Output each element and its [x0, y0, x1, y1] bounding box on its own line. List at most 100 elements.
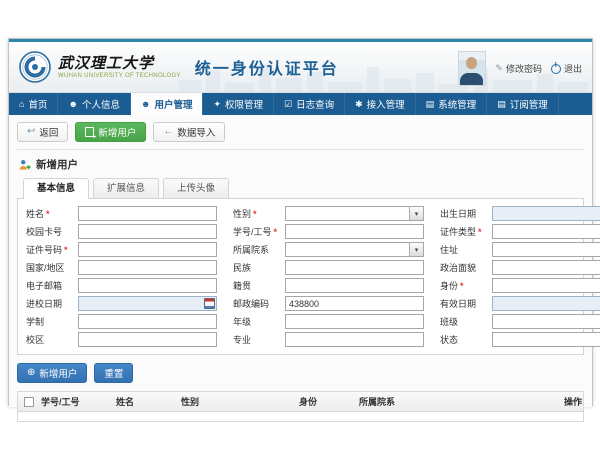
form-input-wrap [285, 332, 424, 347]
app-header: 武汉理工大学 WUHAN UNIVERSITY OF TECHNOLOGY 统一… [9, 42, 592, 93]
back-arrow-icon: ↩ [27, 127, 35, 137]
form-field: 年级 [233, 314, 424, 329]
add-user-submit-button[interactable]: ⊕ 新增用户 [17, 363, 87, 383]
form-field: 国家/地区 [26, 260, 217, 275]
form-field: 住址 [440, 242, 600, 257]
nav-tab-logs[interactable]: ☑日志查询 [274, 93, 345, 115]
form-input-wrap [492, 260, 600, 275]
form-field-label: 证件号码* [26, 243, 78, 256]
form-input[interactable] [79, 243, 216, 256]
user-form: 姓名*性别*▾出生日期校园卡号学号/工号*证件类型*证件号码*所属院系▾住址国家… [26, 206, 575, 347]
reset-button[interactable]: 重置 [94, 363, 133, 383]
nav-tab-permissions[interactable]: ✦权限管理 [203, 93, 274, 115]
form-input[interactable] [493, 297, 600, 310]
form-field: 班级 [440, 314, 600, 329]
form-input[interactable] [79, 279, 216, 292]
form-field-label: 证件类型* [440, 225, 492, 238]
form-tabs: 基本信息扩展信息上传头像 [17, 178, 584, 198]
form-input[interactable] [493, 279, 600, 292]
required-asterisk: * [274, 227, 278, 237]
tab-upload-avatar[interactable]: 上传头像 [163, 178, 229, 198]
required-asterisk: * [253, 209, 257, 219]
nav-tab-home[interactable]: ⌂首页 [9, 93, 58, 115]
form-input[interactable] [286, 315, 423, 328]
form-field-label: 住址 [440, 243, 492, 256]
form-input[interactable] [493, 207, 600, 220]
form-input[interactable] [79, 207, 216, 220]
form-input[interactable] [286, 225, 423, 238]
form-field-label: 专业 [233, 333, 285, 346]
form-input[interactable] [286, 261, 423, 274]
form-input[interactable] [493, 225, 600, 238]
nav-tab-system[interactable]: ▤系统管理 [416, 93, 488, 115]
nav-tab-users[interactable]: ☻用户管理 [131, 93, 204, 115]
change-password-label: 修改密码 [506, 62, 542, 75]
form-input-wrap [78, 332, 217, 347]
add-user-submit-label: 新增用户 [39, 366, 77, 380]
form-field: 身份* [440, 278, 600, 293]
nav-tab-subscribe[interactable]: ▤订阅管理 [487, 93, 559, 115]
calendar-icon[interactable] [202, 297, 216, 310]
chevron-down-icon[interactable]: ▾ [409, 207, 423, 220]
form-input[interactable] [286, 243, 409, 256]
form-field-label: 进校日期 [26, 297, 78, 310]
form-input[interactable] [493, 333, 600, 346]
nav-tab-profile[interactable]: ☻个人信息 [58, 93, 131, 115]
form-input-wrap [492, 314, 600, 329]
back-button[interactable]: ↩ 返回 [17, 122, 68, 142]
table-header-cell: 姓名 [114, 395, 179, 408]
section-title: 新增用户 [36, 157, 78, 172]
form-input[interactable] [286, 333, 423, 346]
form-input[interactable] [286, 207, 409, 220]
form-input-wrap [285, 278, 424, 293]
form-input[interactable] [493, 315, 600, 328]
form-input[interactable] [79, 225, 216, 238]
select-all-checkbox[interactable] [24, 397, 34, 407]
new-user-toolbar-button[interactable]: 新增用户 [75, 122, 146, 142]
nav-tab-label: 日志查询 [296, 97, 334, 111]
form-input-wrap [285, 260, 424, 275]
form-input-wrap [492, 278, 600, 293]
form-input[interactable] [79, 333, 216, 346]
logout-link[interactable]: 退出 [551, 62, 582, 75]
user-avatar[interactable] [458, 51, 486, 86]
nav-tab-access[interactable]: ✱接入管理 [345, 93, 416, 115]
platform-title: 统一身份认证平台 [195, 55, 339, 79]
form-input[interactable] [79, 261, 216, 274]
section-header: 新增用户 [17, 150, 584, 178]
form-field: 电子邮箱 [26, 278, 217, 293]
form-input-wrap: ▾ [285, 242, 424, 257]
form-input[interactable] [493, 261, 600, 274]
data-import-label: 数据导入 [177, 125, 215, 139]
form-input-wrap [492, 224, 600, 239]
nav-tab-label: 权限管理 [225, 97, 263, 111]
users-table-header: 学号/工号姓名性别身份所属院系操作 [18, 392, 583, 412]
form-field: 民族 [233, 260, 424, 275]
home-icon: ⌂ [19, 100, 24, 109]
tab-extended-info[interactable]: 扩展信息 [93, 178, 159, 198]
user-icon: ☻ [68, 100, 77, 109]
table-header-cell: 性别 [179, 395, 297, 408]
form-input-wrap [285, 296, 424, 311]
app-window: 武汉理工大学 WUHAN UNIVERSITY OF TECHNOLOGY 统一… [8, 38, 593, 406]
tab-basic-info[interactable]: 基本信息 [23, 178, 89, 199]
form-input[interactable] [493, 243, 600, 256]
form-input-wrap [78, 242, 217, 257]
data-import-button[interactable]: ← 数据导入 [153, 122, 225, 142]
form-field-label: 所属院系 [233, 243, 285, 256]
nav-bar: ⌂首页☻个人信息☻用户管理✦权限管理☑日志查询✱接入管理▤系统管理▤订阅管理 [9, 93, 592, 115]
new-user-toolbar-label: 新增用户 [98, 125, 136, 139]
form-field-label: 电子邮箱 [26, 279, 78, 292]
form-input[interactable] [286, 297, 423, 310]
form-input[interactable] [79, 297, 202, 310]
form-input[interactable] [286, 279, 423, 292]
chevron-down-icon[interactable]: ▾ [409, 243, 423, 256]
users-icon: ☻ [141, 100, 150, 109]
form-input-wrap [78, 260, 217, 275]
form-input[interactable] [79, 315, 216, 328]
form-field: 所属院系 ▾ [233, 242, 424, 257]
form-field: 进校日期 [26, 296, 217, 311]
table-header-cell: 操作 [562, 395, 583, 408]
form-field-label: 籍贯 [233, 279, 285, 292]
change-password-link[interactable]: ✎ 修改密码 [495, 62, 542, 75]
